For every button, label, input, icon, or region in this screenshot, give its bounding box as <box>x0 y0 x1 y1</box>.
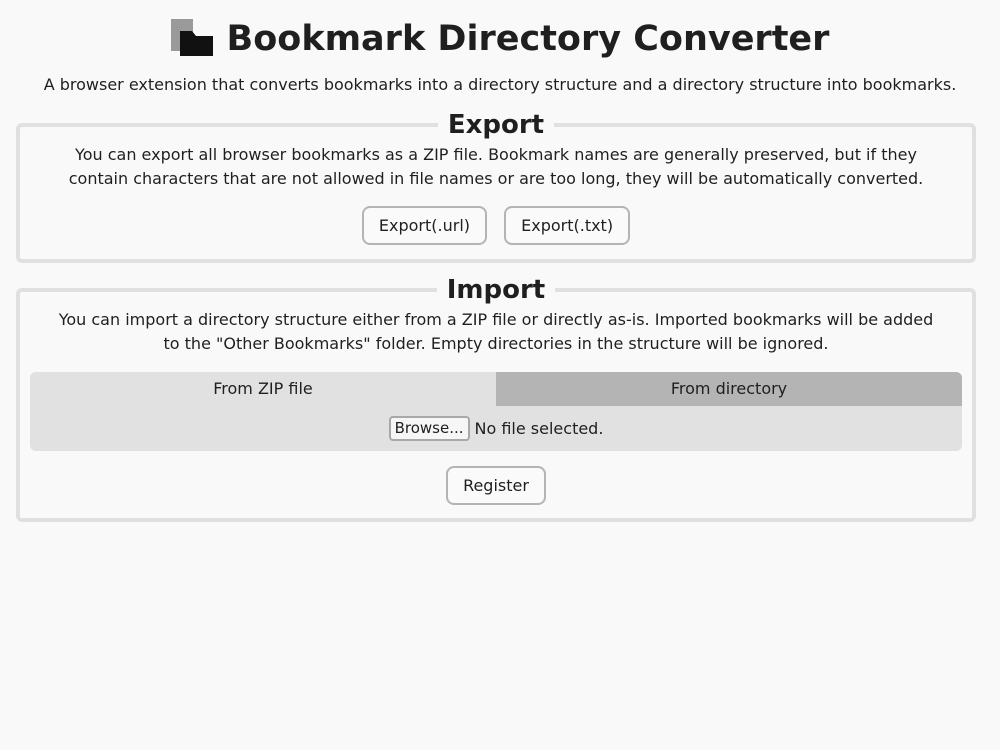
page-header: Bookmark Directory Converter <box>0 16 1000 62</box>
tab-from-zip-file[interactable]: From ZIP file <box>30 372 496 406</box>
export-section: Export You can export all browser bookma… <box>16 111 976 263</box>
export-description: You can export all browser bookmarks as … <box>68 145 924 188</box>
browse-button[interactable]: Browse... <box>388 416 470 441</box>
page-title: Bookmark Directory Converter <box>226 19 830 59</box>
register-button-row: Register <box>20 466 972 505</box>
export-button-row: Export(.url) Export(.txt) <box>20 206 972 245</box>
import-tab-panel: From ZIP file From directory Browse... N… <box>30 372 962 451</box>
import-section: Import You can import a directory struct… <box>16 276 976 522</box>
file-picker: Browse... No file selected. <box>30 406 962 451</box>
export-txt-button[interactable]: Export(.txt) <box>504 206 631 245</box>
export-url-button[interactable]: Export(.url) <box>361 206 488 245</box>
file-status-text: No file selected. <box>474 419 604 438</box>
page-subtitle: A browser extension that converts bookma… <box>43 75 957 94</box>
register-button[interactable]: Register <box>446 466 546 505</box>
import-description: You can import a directory structure eit… <box>58 310 934 353</box>
export-heading: Export <box>447 110 545 140</box>
import-tabs: From ZIP file From directory <box>30 372 962 406</box>
import-heading: Import <box>446 275 546 305</box>
tab-from-directory[interactable]: From directory <box>496 372 962 406</box>
bookmark-folder-icon <box>170 19 215 59</box>
